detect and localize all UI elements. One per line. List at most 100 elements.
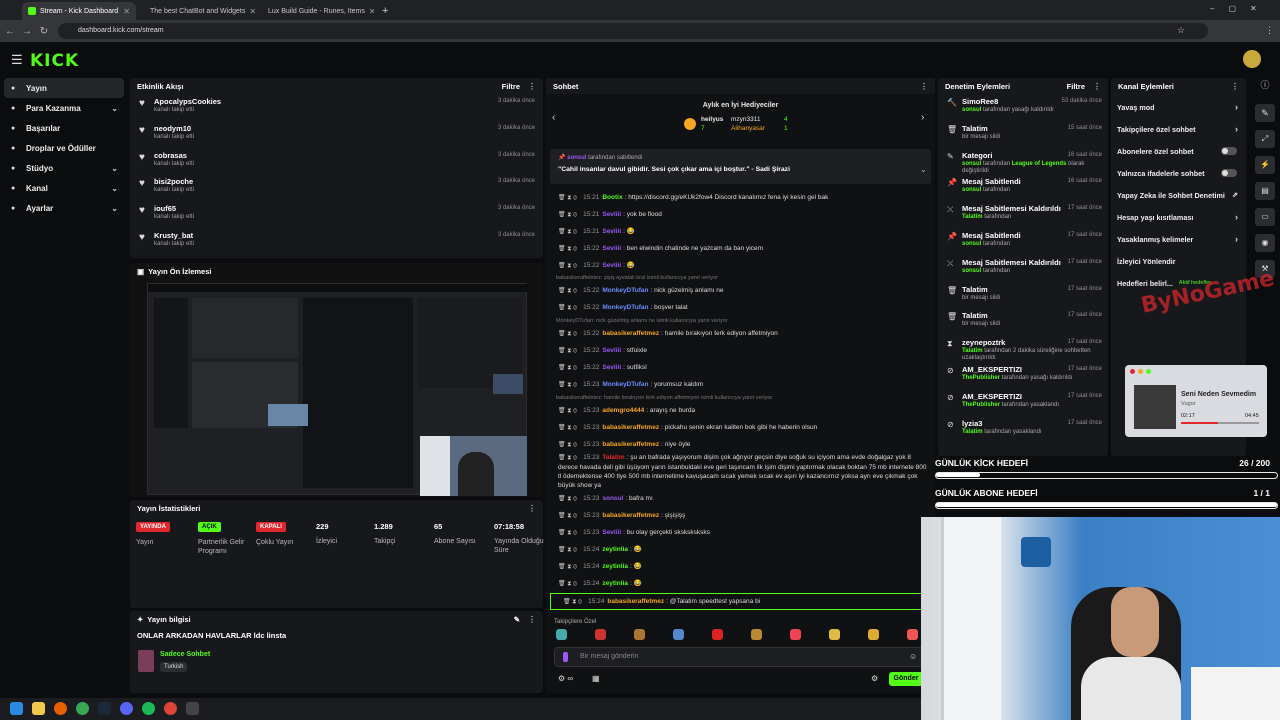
activity-username[interactable]: bisi2poche — [154, 174, 543, 186]
pencil-icon[interactable]: ✎ — [1255, 104, 1275, 122]
browser-tab-2[interactable]: Lux Build Guide - Runes, Items ✕ — [258, 2, 374, 20]
activity-username[interactable]: iouf65 — [154, 201, 543, 213]
url-input[interactable]: dashboard.kick.com/stream — [58, 23, 1208, 39]
steam-icon[interactable] — [98, 702, 111, 715]
calendar-icon[interactable]: ▦ — [592, 674, 600, 683]
message-username[interactable]: zeytinlia — [602, 546, 628, 553]
message-username[interactable]: babasikeraffetmez — [602, 424, 659, 431]
mod-actions-icon[interactable]: 🗑 ⧗ ⊘ — [558, 455, 577, 461]
mod-actions-icon[interactable]: 🗑 ⧗ ⊘ — [558, 348, 577, 354]
message-username[interactable]: MonkeyDTufan — [602, 381, 648, 388]
activity-username[interactable]: cobrasas — [154, 148, 543, 160]
channel-action-item[interactable]: Hesap yaşı kısıtlaması › — [1111, 206, 1246, 228]
language-tag[interactable]: Turkish — [160, 662, 188, 672]
message-username[interactable]: zeytinlia — [602, 580, 628, 587]
prev-arrow-icon[interactable]: ‹ — [552, 112, 555, 123]
emoji-icon[interactable]: ☺ — [909, 652, 917, 661]
sidebar-item-6[interactable]: ● Ayarlar ⌄ — [0, 198, 128, 218]
mod-actions-icon[interactable]: 🗑 ⧗ ⊘ — [558, 382, 577, 388]
emote-icon[interactable] — [595, 629, 606, 640]
emote-icon[interactable] — [712, 629, 723, 640]
mod-actions-icon[interactable]: 🗑 ⧗ ⊘ — [558, 442, 577, 448]
sidebar-item-4[interactable]: ● Stüdyo ⌄ — [0, 158, 128, 178]
browser-menu-icon[interactable]: ⋮ — [1265, 25, 1274, 36]
mod-actions-icon[interactable]: 🗑 ⧗ ⊘ — [558, 564, 577, 570]
sidebar-item-5[interactable]: ● Kanal ⌄ — [0, 178, 128, 198]
channel-action-item[interactable]: Yavaş mod › — [1111, 96, 1246, 118]
message-username[interactable]: babasikeraffetmez — [602, 441, 659, 448]
mod-actions-icon[interactable]: 🗑 ⧗ ⊘ — [558, 263, 577, 269]
message-username[interactable]: sonsul — [602, 495, 623, 502]
mod-actions-icon[interactable]: 🗑 ⧗ ⊘ — [558, 305, 577, 311]
sidebar-item-2[interactable]: ● Başarılar — [0, 118, 128, 138]
more-icon[interactable]: ⋮ — [920, 82, 928, 91]
mod-actions-icon[interactable]: 🗑 ⧗ ⊘ — [563, 599, 582, 605]
message-username[interactable]: Seviiii — [602, 529, 621, 536]
edit-icon[interactable]: ✎ — [514, 615, 520, 624]
chevron-down-icon[interactable]: ⌄ — [920, 165, 927, 174]
back-icon[interactable]: ← — [3, 26, 17, 37]
message-username[interactable]: babasikeraffetmez — [602, 512, 659, 519]
activity-username[interactable]: neodym10 — [154, 121, 543, 133]
more-icon[interactable]: ⋮ — [1231, 82, 1239, 91]
mod-actions-icon[interactable]: 🗑 ⧗ ⊘ — [558, 547, 577, 553]
chevron-down-icon[interactable]: ⌄ — [111, 164, 118, 173]
more-icon[interactable]: ⋮ — [528, 615, 536, 624]
channel-action-item[interactable]: İzleyici Yönlendir — [1111, 250, 1246, 272]
mod-actions-icon[interactable]: 🗑 ⧗ ⊘ — [558, 513, 577, 519]
emote-icon[interactable] — [634, 629, 645, 640]
app-icon[interactable] — [186, 702, 199, 715]
chevron-down-icon[interactable]: ⌄ — [111, 184, 118, 193]
emote-icon[interactable] — [868, 629, 879, 640]
send-button[interactable]: Gönder — [889, 672, 923, 686]
toggle-switch[interactable] — [1221, 147, 1237, 155]
bookmark-star-icon[interactable]: ☆ — [1177, 25, 1185, 36]
activity-username[interactable]: Krusty_bat — [154, 228, 543, 240]
activity-filter-button[interactable]: Filtre — [502, 82, 520, 91]
new-tab-button[interactable]: + — [376, 2, 392, 20]
message-username[interactable]: MonkeyDTufan — [602, 304, 648, 311]
reload-icon[interactable]: ↻ — [37, 26, 51, 37]
chrome-icon[interactable] — [164, 702, 177, 715]
more-icon[interactable]: ⋮ — [528, 82, 536, 91]
message-username[interactable]: ademgro4444 — [602, 407, 644, 414]
chat-bubble-icon[interactable]: ▭ — [1255, 208, 1275, 226]
forward-icon[interactable]: → — [20, 26, 34, 37]
close-tab-icon[interactable]: ✕ — [369, 7, 374, 16]
close-tab-icon[interactable]: ✕ — [123, 7, 130, 16]
kick-logo[interactable]: KICK — [30, 51, 79, 71]
toggle-switch[interactable] — [1221, 169, 1237, 177]
message-username[interactable]: Seviiii — [602, 211, 621, 218]
category-link[interactable]: Sadece Sohbet — [160, 651, 210, 658]
message-username[interactable]: MonkeyDTufan — [602, 287, 648, 294]
close-tab-icon[interactable]: ✕ — [249, 7, 256, 16]
chevron-down-icon[interactable]: ⌄ — [111, 204, 118, 213]
mod-actions-icon[interactable]: 🗑 ⧗ ⊘ — [558, 425, 577, 431]
chevron-down-icon[interactable]: ⌄ — [111, 104, 118, 113]
bolt-icon[interactable]: ⚡ — [1255, 156, 1275, 174]
mod-actions-icon[interactable]: 🗑 ⧗ ⊘ — [558, 530, 577, 536]
start-icon[interactable] — [10, 702, 23, 715]
message-username[interactable]: Seviiii — [602, 245, 621, 252]
audio-icon[interactable]: ◉ — [1255, 234, 1275, 252]
mod-actions-icon[interactable]: 🗑 ⧗ ⊘ — [558, 496, 577, 502]
emote-icon[interactable] — [673, 629, 684, 640]
message-username[interactable]: babasikeraffetmez — [602, 330, 659, 337]
message-username[interactable]: Seviiii — [602, 262, 621, 269]
mod-actions-icon[interactable]: 🗑 ⧗ ⊘ — [558, 195, 577, 201]
next-arrow-icon[interactable]: › — [921, 112, 924, 123]
activity-username[interactable]: ApocalypsCookies — [154, 94, 543, 106]
more-icon[interactable]: ⋮ — [528, 504, 536, 513]
sidebar-item-0[interactable]: ● Yayın — [4, 78, 124, 98]
app-icon[interactable] — [76, 702, 89, 715]
mod-actions-icon[interactable]: 🗑 ⧗ ⊘ — [558, 229, 577, 235]
emote-icon[interactable] — [907, 629, 918, 640]
expand-icon[interactable]: ⤢ — [1255, 130, 1275, 148]
info-icon[interactable]: ⓘ — [1252, 78, 1278, 100]
channel-action-item[interactable]: Yasaklanmış kelimeler › — [1111, 228, 1246, 250]
gear-icon[interactable]: ⚙ — [871, 674, 878, 683]
channel-action-item[interactable]: Yalnızca ifadelerle sohbet — [1111, 162, 1246, 184]
mod-actions-icon[interactable]: 🗑 ⧗ ⊘ — [558, 331, 577, 337]
channel-action-item[interactable]: Yapay Zeka ile Sohbet Denetimi ⇗ — [1111, 184, 1246, 206]
mod-actions-icon[interactable]: 🗑 ⧗ ⊘ — [558, 365, 577, 371]
